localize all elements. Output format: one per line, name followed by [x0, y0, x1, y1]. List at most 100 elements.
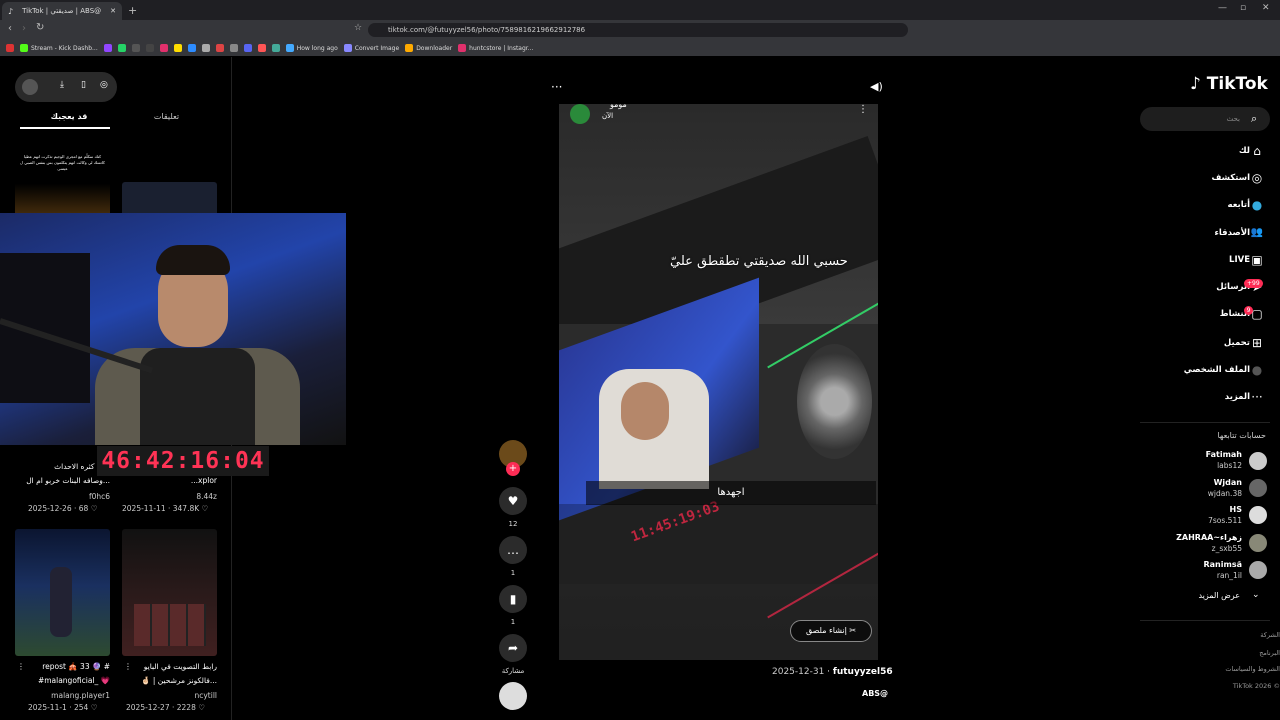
bookmark-icon[interactable]: [6, 44, 14, 52]
compass-icon[interactable]: ◎: [100, 80, 108, 90]
video-caption[interactable]: 🤞🏻 | فالكونز مرشحين...: [122, 674, 217, 688]
more-options-icon[interactable]: ⋮: [124, 662, 132, 671]
create-sticker-button[interactable]: إنشاء ملصق ✂: [790, 620, 872, 642]
avatar[interactable]: [1249, 479, 1267, 497]
bookmark-instagram[interactable]: huntcstore | Instagr...: [458, 44, 533, 52]
phone-icon[interactable]: ▯: [81, 80, 86, 90]
following-username[interactable]: ran_1il: [1150, 570, 1242, 581]
bookmark-icon[interactable]: [271, 44, 280, 52]
footer-link[interactable]: البرنامج: [1150, 649, 1280, 657]
twitch-icon[interactable]: [103, 44, 112, 52]
back-icon[interactable]: ‹: [8, 23, 12, 34]
nav-upload[interactable]: تحميل: [1150, 335, 1250, 351]
video-thumbnail[interactable]: [122, 529, 217, 656]
video-user[interactable]: 8.44z: [122, 492, 217, 501]
following-username[interactable]: wjdan.38: [1150, 488, 1242, 499]
url-field[interactable]: tiktok.com/@futuyyzel56/photo/7589816219…: [368, 23, 908, 37]
following-name[interactable]: ZAHRAA~زهراء: [1150, 532, 1242, 543]
following-username[interactable]: labs12: [1150, 460, 1242, 471]
live-icon[interactable]: ▣: [1249, 252, 1265, 268]
avatar[interactable]: [1249, 534, 1267, 552]
bookmark-icon[interactable]: [187, 44, 196, 52]
nav-activity[interactable]: النشاط: [1150, 306, 1250, 322]
home-icon[interactable]: ⌂: [1249, 143, 1265, 159]
video-user[interactable]: malang.player1: [15, 691, 110, 700]
nav-explore[interactable]: استكشف: [1150, 170, 1250, 186]
bookmark-icon[interactable]: [201, 44, 210, 52]
discord-icon[interactable]: [243, 44, 252, 52]
following-name[interactable]: Wjdan: [1150, 477, 1242, 488]
bookmark-kick[interactable]: Stream - Kick Dashb...: [20, 44, 98, 52]
bookmark-star-icon[interactable]: ☆: [354, 23, 362, 33]
nav-profile[interactable]: الملف الشخصي: [1150, 362, 1250, 378]
share-button[interactable]: ➦: [499, 634, 527, 662]
avatar[interactable]: [22, 79, 38, 95]
music-name[interactable]: ABS@: [862, 689, 888, 698]
avatar[interactable]: [1249, 561, 1267, 579]
forward-icon[interactable]: ›: [22, 23, 26, 34]
bookmark-icon[interactable]: [257, 44, 266, 52]
follow-plus-icon[interactable]: +: [506, 462, 520, 476]
new-tab-button[interactable]: +: [128, 4, 137, 17]
x-icon[interactable]: [131, 44, 140, 52]
save-button[interactable]: ▮: [499, 585, 527, 613]
video-caption[interactable]: ...xplor: [122, 474, 217, 488]
reload-icon[interactable]: ↻: [36, 22, 44, 33]
close-tab-icon[interactable]: ✕: [110, 7, 116, 15]
bookmark-icon[interactable]: [215, 44, 224, 52]
search-icon[interactable]: ⌕: [1251, 112, 1257, 126]
whatsapp-icon[interactable]: [117, 44, 126, 52]
video-caption[interactable]: #malangoficial_ 💗: [15, 674, 110, 688]
tab-comments[interactable]: تعليقات: [118, 112, 215, 121]
following-username[interactable]: z_sxb55: [1150, 543, 1242, 554]
video-caption[interactable]: وصافه البنات خربو ام ال...: [15, 474, 110, 488]
more-icon[interactable]: ···: [1249, 389, 1265, 405]
video-thumbnail[interactable]: [15, 529, 110, 656]
more-options-icon[interactable]: ⋮: [17, 662, 25, 671]
following-name[interactable]: HS: [1150, 504, 1242, 515]
nav-live[interactable]: LIVE: [1150, 252, 1250, 268]
video-caption[interactable]: رابط التصويت في البايو: [122, 660, 217, 674]
close-window-button[interactable]: ✕: [1262, 3, 1270, 13]
author-username[interactable]: futuyyzel56: [833, 667, 893, 677]
friends-icon[interactable]: 👥: [1249, 225, 1265, 241]
nav-friends[interactable]: الأصدقاء: [1150, 225, 1250, 241]
bookmark-downloader[interactable]: Downloader: [405, 44, 452, 52]
following-username[interactable]: 7sos.511: [1150, 515, 1242, 526]
nav-for-you[interactable]: لك: [1150, 143, 1250, 159]
video-caption[interactable]: repost 🎪 33 🔮 #: [15, 660, 110, 674]
music-disc-avatar[interactable]: [499, 682, 527, 710]
footer-link[interactable]: الشركة: [1150, 631, 1280, 639]
tiktok-logo[interactable]: ♪ TikTok: [1190, 74, 1268, 94]
avatar[interactable]: [1249, 452, 1267, 470]
minimize-button[interactable]: —: [1218, 3, 1227, 13]
bookmark-convert[interactable]: Convert Image: [343, 44, 399, 52]
footer-link[interactable]: الشروط والسياسات: [1150, 665, 1280, 673]
tab-for-you[interactable]: قد يعجبك: [20, 112, 118, 121]
profile-avatar-icon[interactable]: ●: [1249, 362, 1265, 378]
comment-button[interactable]: …: [499, 536, 527, 564]
download-icon[interactable]: ⤓: [60, 80, 64, 90]
upload-icon[interactable]: ⊞: [1249, 335, 1265, 351]
following-name[interactable]: Fatimah: [1150, 449, 1242, 460]
following-avatar-icon[interactable]: ●: [1249, 197, 1265, 213]
like-button[interactable]: ♥: [499, 487, 527, 515]
video-user[interactable]: ncytill: [122, 691, 217, 700]
bookmark-howlongago[interactable]: How long ago: [285, 44, 338, 52]
more-icon[interactable]: ···: [551, 80, 562, 94]
video-caption[interactable]: بالله كثره الاحداث: [15, 460, 110, 474]
show-more-link[interactable]: عرض المزيد: [1150, 591, 1240, 600]
snap-icon[interactable]: [173, 44, 182, 52]
tiktok-bookmark-icon[interactable]: [145, 44, 154, 52]
nav-following[interactable]: أتابعه: [1150, 197, 1250, 213]
nav-more[interactable]: المزيد: [1150, 389, 1250, 405]
chevron-down-icon[interactable]: ⌄: [1252, 590, 1260, 600]
volume-icon[interactable]: ◀): [870, 80, 883, 93]
compass-icon[interactable]: ◎: [1249, 170, 1265, 186]
post-photo[interactable]: 11:45:19:03: [559, 104, 878, 660]
instagram-icon[interactable]: [159, 44, 168, 52]
maximize-button[interactable]: ▫: [1240, 3, 1246, 13]
nav-messages[interactable]: الرسائل: [1150, 279, 1250, 295]
photo-more-icon[interactable]: ⋮: [858, 104, 868, 115]
bookmark-icon[interactable]: [229, 44, 238, 52]
